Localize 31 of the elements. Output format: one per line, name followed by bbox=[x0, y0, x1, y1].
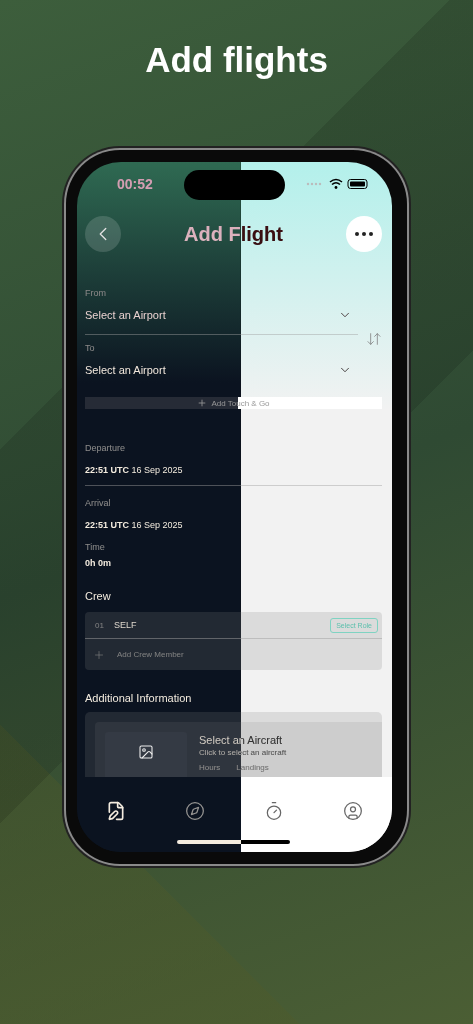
profile-icon bbox=[342, 801, 363, 821]
add-crew-button[interactable]: Add Crew Member bbox=[85, 639, 382, 670]
crew-name: SELF bbox=[113, 620, 138, 630]
status-time: 00:52 bbox=[117, 176, 153, 192]
signal-icon bbox=[306, 182, 322, 186]
more-button[interactable] bbox=[346, 216, 382, 252]
document-edit-icon bbox=[106, 801, 127, 821]
field-label: From bbox=[85, 288, 107, 298]
compass-icon bbox=[185, 801, 206, 821]
airport-select[interactable]: Select an Airport bbox=[85, 298, 358, 334]
duration-value: 0h 0m bbox=[85, 558, 112, 568]
battery-icon bbox=[347, 179, 368, 189]
field-label: Arrival bbox=[85, 498, 112, 508]
section-title: Crew bbox=[85, 590, 112, 602]
plus-icon bbox=[197, 398, 208, 408]
field-label: Time bbox=[85, 542, 106, 552]
image-icon bbox=[138, 744, 154, 760]
back-button[interactable] bbox=[85, 216, 121, 252]
field-label: Departure bbox=[85, 443, 127, 453]
section-title: Additional Information bbox=[85, 692, 193, 704]
crew-number: 01 bbox=[95, 620, 104, 630]
plus-icon bbox=[93, 648, 105, 661]
field-label: To bbox=[85, 343, 96, 353]
date-time-value[interactable]: 22:51 UTC 16 Sep 2025 bbox=[85, 465, 382, 475]
stat-label: Hours bbox=[199, 763, 221, 772]
wifi-icon bbox=[329, 178, 343, 189]
headline: Add flights bbox=[145, 40, 328, 81]
airport-select[interactable]: Select an Airport bbox=[85, 353, 358, 389]
date-time-value[interactable]: 22:51 UTC 16 Sep 2025 bbox=[85, 520, 382, 530]
tab-button[interactable] bbox=[106, 801, 127, 821]
tab-button[interactable] bbox=[185, 801, 206, 821]
